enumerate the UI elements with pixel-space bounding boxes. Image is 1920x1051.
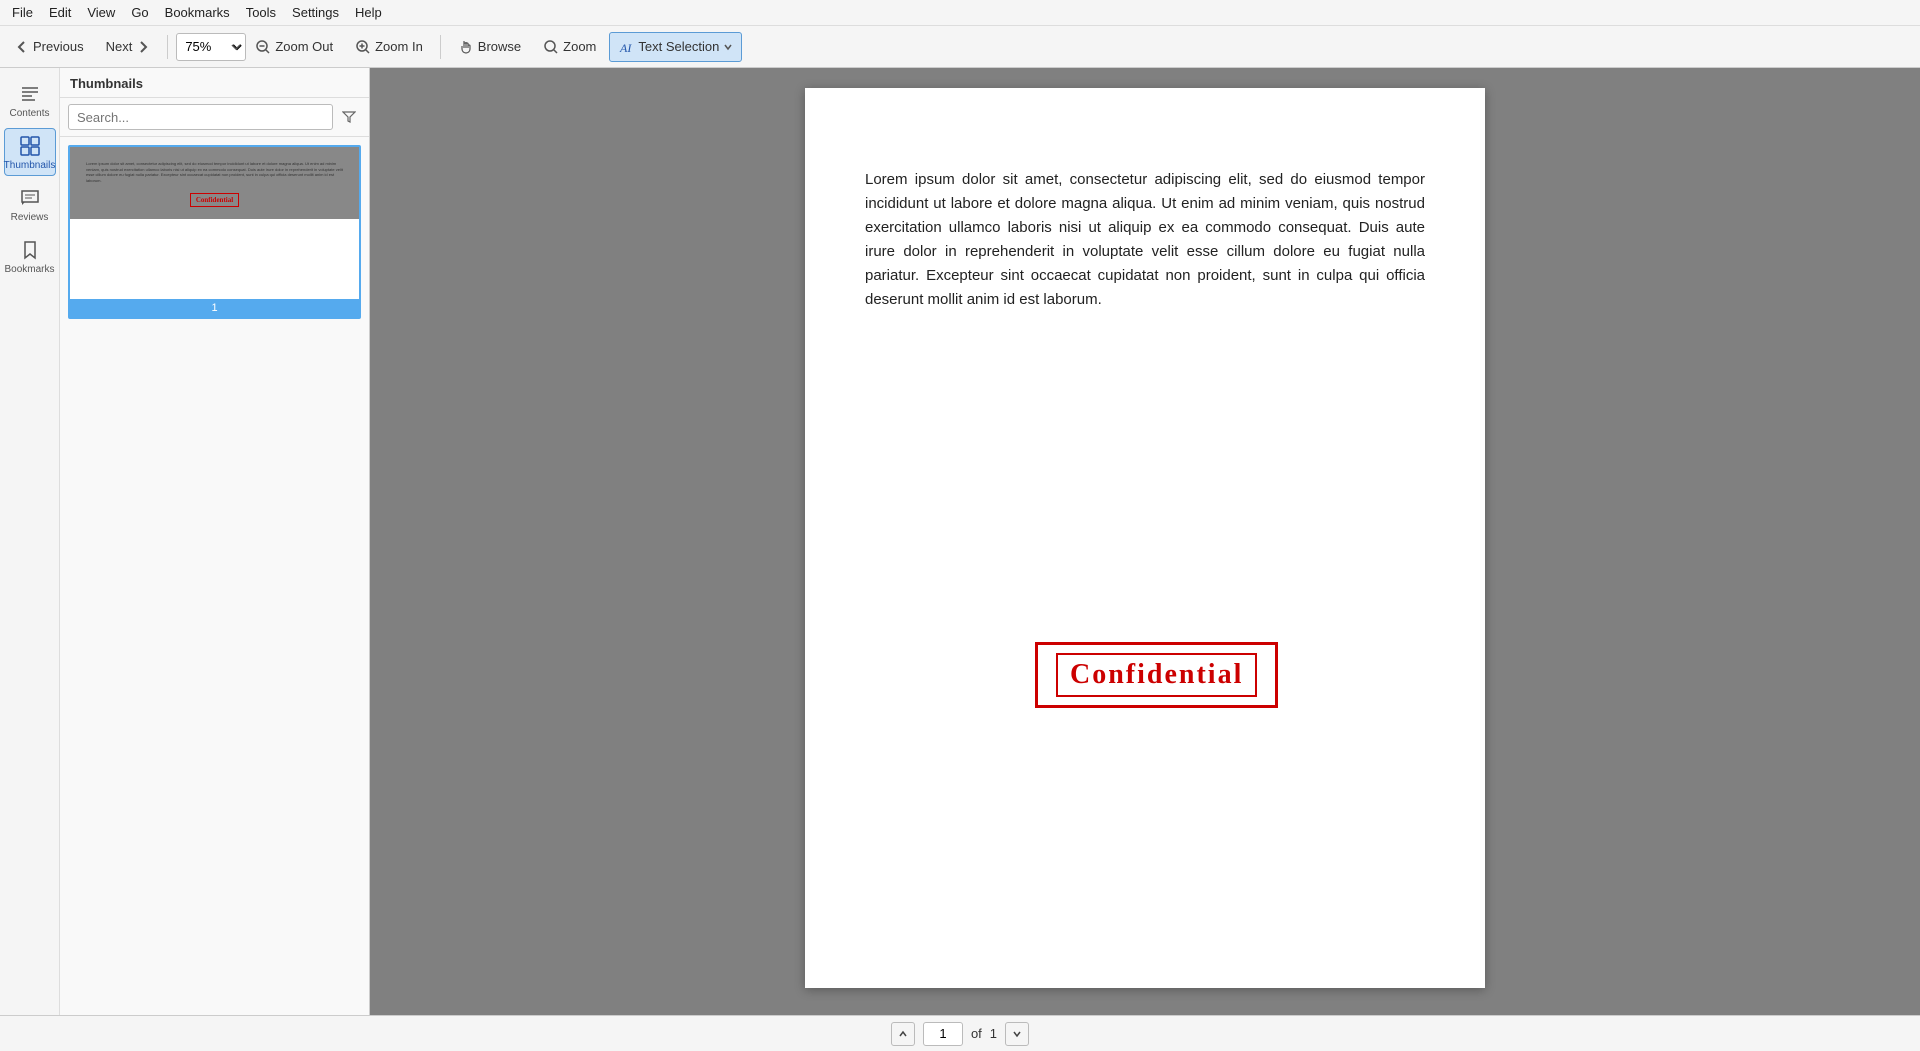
filter-icon <box>342 110 356 124</box>
menu-file[interactable]: File <box>4 3 41 22</box>
thumbnails-label: Thumbnails <box>4 160 56 171</box>
zoom-tool-button[interactable]: Zoom <box>534 32 605 62</box>
page-up-button[interactable] <box>891 1022 915 1046</box>
thumb-mini-text: Lorem ipsum dolor sit amet, consectetur … <box>76 153 353 187</box>
separator-1 <box>167 35 168 59</box>
menu-bookmarks[interactable]: Bookmarks <box>157 3 238 22</box>
menu-settings[interactable]: Settings <box>284 3 347 22</box>
thumbnails-list: Lorem ipsum dolor sit amet, consectetur … <box>60 137 369 1015</box>
page-down-button[interactable] <box>1005 1022 1029 1046</box>
zoom-out-icon <box>255 39 271 55</box>
chevron-up-icon <box>898 1029 908 1039</box>
text-cursor-icon: AI <box>618 39 634 55</box>
thumb-stamp-box: Confidential <box>190 193 239 207</box>
toolbar: Previous Next 50% 75% 100% 125% 150% 200… <box>0 26 1920 68</box>
page-total-label: 1 <box>990 1026 997 1041</box>
thumbnails-icon <box>19 135 41 157</box>
menu-view[interactable]: View <box>79 3 123 22</box>
search-row <box>60 98 369 137</box>
chevron-right-icon <box>136 40 150 54</box>
sidebar-icons: Contents Thumbnails Reviews B <box>0 68 60 1015</box>
thumb-stamp-text: Confidential <box>196 196 233 204</box>
confidential-stamp-wrapper: Confidential <box>1035 642 1278 708</box>
thumbnails-title: Thumbnails <box>60 68 369 98</box>
pdf-body-text[interactable]: Lorem ipsum dolor sit amet, consectetur … <box>865 168 1425 312</box>
menubar: File Edit View Go Bookmarks Tools Settin… <box>0 0 1920 26</box>
browse-button[interactable]: Browse <box>449 32 530 62</box>
sidebar-item-bookmarks[interactable]: Bookmarks <box>4 232 56 280</box>
filter-button[interactable] <box>337 105 361 129</box>
dropdown-arrow-icon <box>723 42 733 52</box>
pdf-viewer-area: Lorem ipsum dolor sit amet, consectetur … <box>370 68 1920 1015</box>
confidential-inner: Confidential <box>1056 653 1257 697</box>
contents-label: Contents <box>9 108 49 119</box>
sidebar-item-thumbnails[interactable]: Thumbnails <box>4 128 56 176</box>
bookmarks-label: Bookmarks <box>5 264 55 275</box>
chevron-down-icon <box>1012 1029 1022 1039</box>
page-of-label: of <box>971 1026 982 1041</box>
thumbnails-panel: Thumbnails Lorem ipsum dolor sit amet, c… <box>60 68 370 1015</box>
previous-button[interactable]: Previous <box>6 32 93 62</box>
menu-help[interactable]: Help <box>347 3 390 22</box>
reviews-icon <box>19 187 41 209</box>
confidential-stamp: Confidential <box>1035 642 1278 708</box>
search-input[interactable] <box>68 104 333 130</box>
thumbnail-page-content: Lorem ipsum dolor sit amet, consectetur … <box>70 147 359 219</box>
sidebar-item-reviews[interactable]: Reviews <box>4 180 56 228</box>
hand-icon <box>458 39 474 55</box>
zoom-tool-icon <box>543 39 559 55</box>
pdf-page: Lorem ipsum dolor sit amet, consectetur … <box>805 88 1485 988</box>
thumbnail-white-area <box>70 219 359 299</box>
thumbnail-item-1[interactable]: Lorem ipsum dolor sit amet, consectetur … <box>68 145 361 319</box>
text-selection-button[interactable]: AI Text Selection <box>609 32 742 62</box>
main-area: Contents Thumbnails Reviews B <box>0 68 1920 1015</box>
thumbnail-page-number: 1 <box>70 299 359 317</box>
separator-2 <box>440 35 441 59</box>
bottom-bar: of 1 <box>0 1015 1920 1051</box>
menu-tools[interactable]: Tools <box>238 3 284 22</box>
contents-icon <box>19 83 41 105</box>
chevron-left-icon <box>15 40 29 54</box>
confidential-text: Confidential <box>1070 659 1243 691</box>
bookmarks-icon <box>19 239 41 261</box>
reviews-label: Reviews <box>11 212 49 223</box>
zoom-in-button[interactable]: Zoom In <box>346 32 432 62</box>
menu-go[interactable]: Go <box>123 3 156 22</box>
menu-edit[interactable]: Edit <box>41 3 79 22</box>
sidebar-item-contents[interactable]: Contents <box>4 76 56 124</box>
page-number-input[interactable] <box>923 1022 963 1046</box>
zoom-out-button[interactable]: Zoom Out <box>246 32 342 62</box>
thumb-stamp-wrapper: Confidential <box>76 187 353 213</box>
zoom-in-icon <box>355 39 371 55</box>
zoom-select[interactable]: 50% 75% 100% 125% 150% 200% <box>176 33 246 61</box>
svg-text:AI: AI <box>619 41 632 55</box>
next-button[interactable]: Next <box>97 32 160 62</box>
